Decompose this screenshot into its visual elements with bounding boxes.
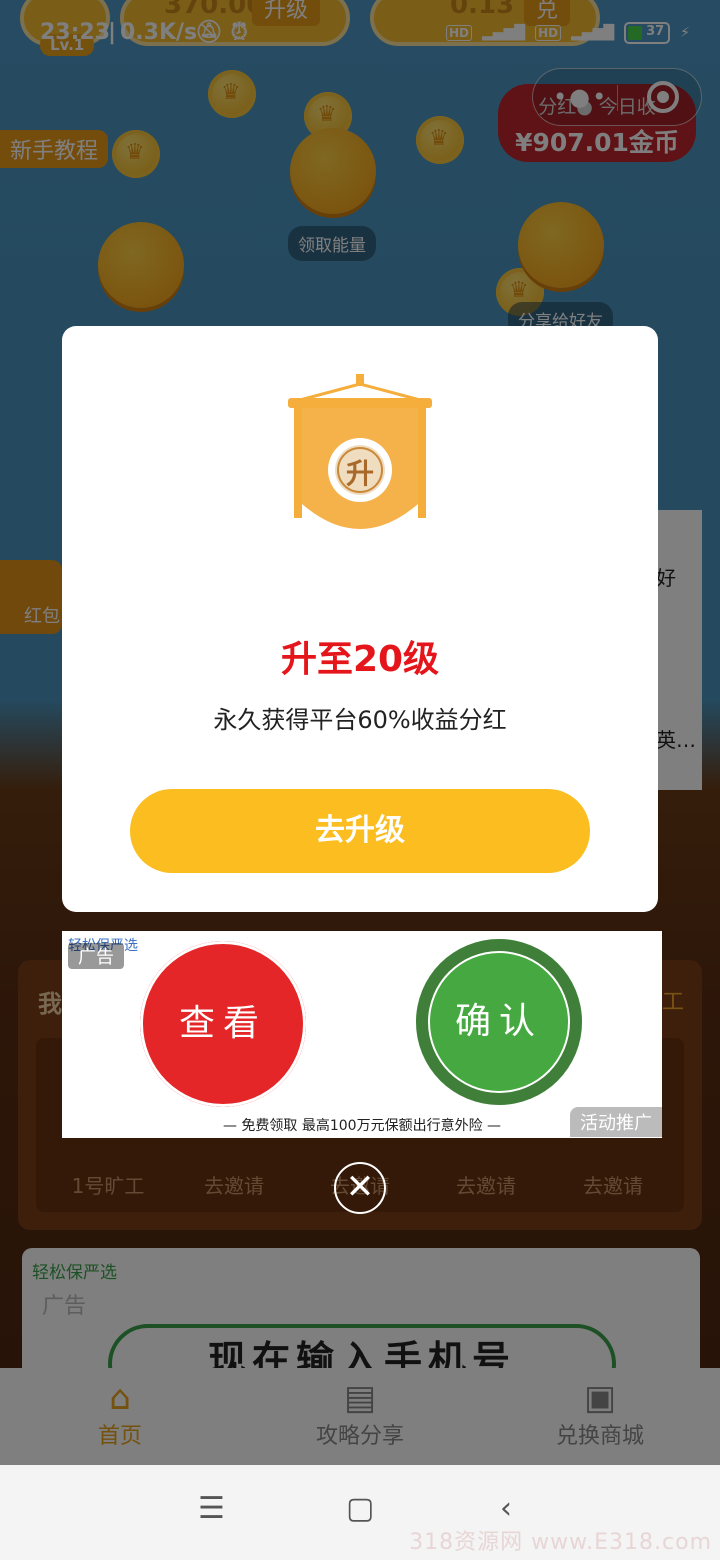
dialog-desc: 永久获得平台60%收益分红	[213, 706, 507, 734]
popup-ad[interactable]: 轻松保严选 广告 查看 确认 — 免费领取 最高100万元保额出行意外险 — 活…	[62, 931, 662, 1138]
view-button[interactable]: 查看	[140, 941, 306, 1107]
watermark: 318资源网 www.E318.com	[409, 1530, 712, 1555]
close-icon[interactable]: ✕	[334, 1162, 386, 1214]
back-icon[interactable]: ‹	[500, 1491, 512, 1526]
menu-icon[interactable]: ☰	[198, 1491, 225, 1526]
confirm-button[interactable]: 确认	[416, 939, 582, 1105]
go-upgrade-button[interactable]: 去升级	[130, 789, 590, 873]
home-square-icon[interactable]: ▢	[346, 1491, 374, 1526]
dialog-title: 升至20级	[280, 639, 440, 680]
badge-char: 升	[346, 457, 375, 490]
system-nav: ☰ ▢ ‹ 318资源网 www.E318.com	[0, 1465, 720, 1560]
promo-tag: 活动推广	[570, 1107, 662, 1137]
ad-tag[interactable]: 广告	[68, 943, 124, 969]
